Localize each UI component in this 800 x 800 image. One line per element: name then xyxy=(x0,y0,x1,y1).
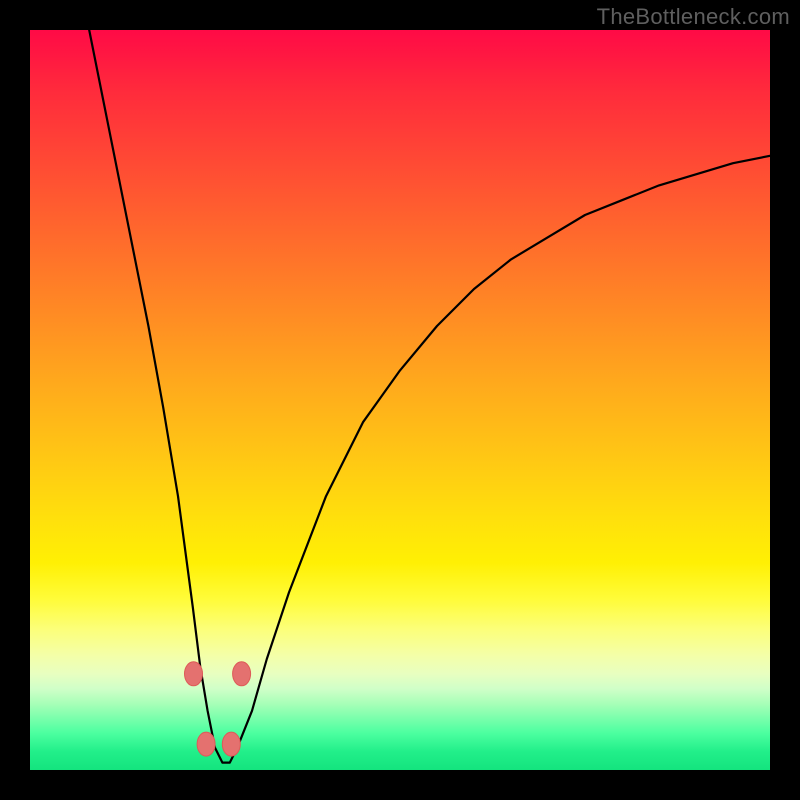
curve-marker xyxy=(222,732,240,756)
watermark-text: TheBottleneck.com xyxy=(597,4,790,30)
chart-svg xyxy=(30,30,770,770)
plot-area xyxy=(30,30,770,770)
curve-marker xyxy=(197,732,215,756)
curve-marker xyxy=(185,662,203,686)
curve-marker xyxy=(233,662,251,686)
bottleneck-curve xyxy=(89,30,770,763)
chart-stage: TheBottleneck.com xyxy=(0,0,800,800)
